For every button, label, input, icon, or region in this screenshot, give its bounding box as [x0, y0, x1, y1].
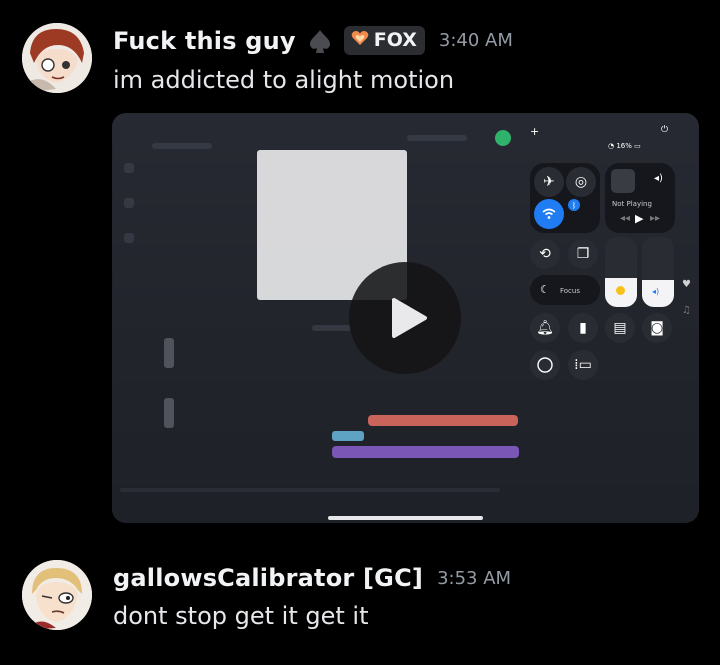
next-icon[interactable]: ▸▸ — [650, 213, 660, 224]
heart-side-icon: ♥ — [682, 279, 691, 290]
editor-tool — [407, 135, 467, 141]
record-screen-icon[interactable] — [530, 350, 560, 380]
guild-tag[interactable]: FOX — [343, 26, 425, 55]
bell-icon[interactable]: 🔔︎ — [530, 313, 560, 343]
editor-tool — [124, 163, 134, 173]
avatar[interactable] — [22, 23, 92, 93]
username[interactable]: Fuck this guy — [113, 27, 296, 55]
screen-mirror-icon[interactable]: ❐ — [568, 239, 598, 269]
album-art — [611, 169, 635, 193]
message: gallowsCalibrator [GC] 3:53 AM dont stop… — [0, 540, 720, 665]
previous-icon[interactable]: ◂◂ — [620, 213, 630, 224]
message-content: im addicted to alight motion — [113, 66, 455, 94]
now-playing-text: Not Playing — [612, 200, 652, 208]
volume-slider[interactable]: ◂) — [642, 237, 674, 307]
editor-tool — [124, 198, 134, 208]
timestamp: 3:53 AM — [437, 567, 512, 589]
wifi-status-icon: ◔ — [608, 142, 615, 150]
add-widget-icon[interactable]: ▤ — [605, 313, 635, 343]
timeline-ruler — [120, 488, 500, 492]
timestamp: 3:40 AM — [438, 30, 513, 51]
avatar[interactable] — [22, 560, 92, 630]
home-indicator — [328, 516, 483, 520]
airplane-icon[interactable]: ✈ — [534, 167, 564, 197]
video-attachment[interactable]: + ⏻ ◔ 16% ▭ ✈ ◎ ᛒ ◂) Not Playing ◂◂ ▶ ▸▸… — [112, 113, 699, 523]
sun-icon — [616, 286, 625, 295]
timeline-clip — [332, 446, 519, 458]
play-icon — [392, 298, 427, 338]
airdrop-icon[interactable]: ◎ — [566, 167, 596, 197]
power-icon: ⏻ — [661, 125, 669, 135]
battery-icon: ▭ — [634, 142, 641, 150]
spade-icon — [306, 27, 334, 55]
plus-icon: + — [530, 125, 540, 138]
rotation-lock-icon[interactable]: ⟲ — [530, 239, 560, 269]
bluetooth-icon[interactable]: ᛒ — [568, 199, 580, 211]
timeline-clip — [332, 431, 364, 441]
remote-icon[interactable]: ⁞▭ — [568, 350, 598, 380]
username[interactable]: gallowsCalibrator [GC] — [113, 564, 423, 592]
brightness-slider[interactable] — [605, 237, 637, 307]
status-icons: ◔ 16% ▭ — [608, 142, 641, 150]
music-side-icon: ♫ — [682, 305, 691, 316]
editor-tool — [164, 398, 174, 428]
wifi-icon[interactable] — [534, 199, 564, 229]
message-header: gallowsCalibrator [GC] 3:53 AM — [113, 564, 511, 592]
flashlight-icon[interactable]: ▮ — [568, 313, 598, 343]
heart-icon — [351, 29, 369, 51]
timeline-clip — [368, 415, 518, 426]
editor-tool — [152, 143, 212, 149]
record-dot — [495, 130, 511, 146]
speaker-icon: ◂) — [652, 287, 660, 296]
message-content: dont stop get it get it — [113, 602, 369, 630]
play-button[interactable] — [349, 262, 461, 374]
play-small-icon[interactable]: ▶ — [635, 212, 643, 225]
battery-text: 16% — [616, 142, 632, 150]
camera-icon[interactable]: ◙ — [642, 313, 672, 343]
audio-output-icon[interactable]: ◂) — [654, 173, 663, 184]
message: Fuck this guy FOX 3:40 AM im addicted to… — [0, 0, 720, 530]
tag-label: FOX — [373, 29, 417, 51]
editor-tool — [312, 325, 352, 331]
message-header: Fuck this guy FOX 3:40 AM — [113, 26, 513, 55]
editor-tool — [124, 233, 134, 243]
editor-tool — [164, 338, 174, 368]
focus-label: Focus — [560, 287, 580, 295]
moon-icon: ☾ — [540, 283, 550, 296]
